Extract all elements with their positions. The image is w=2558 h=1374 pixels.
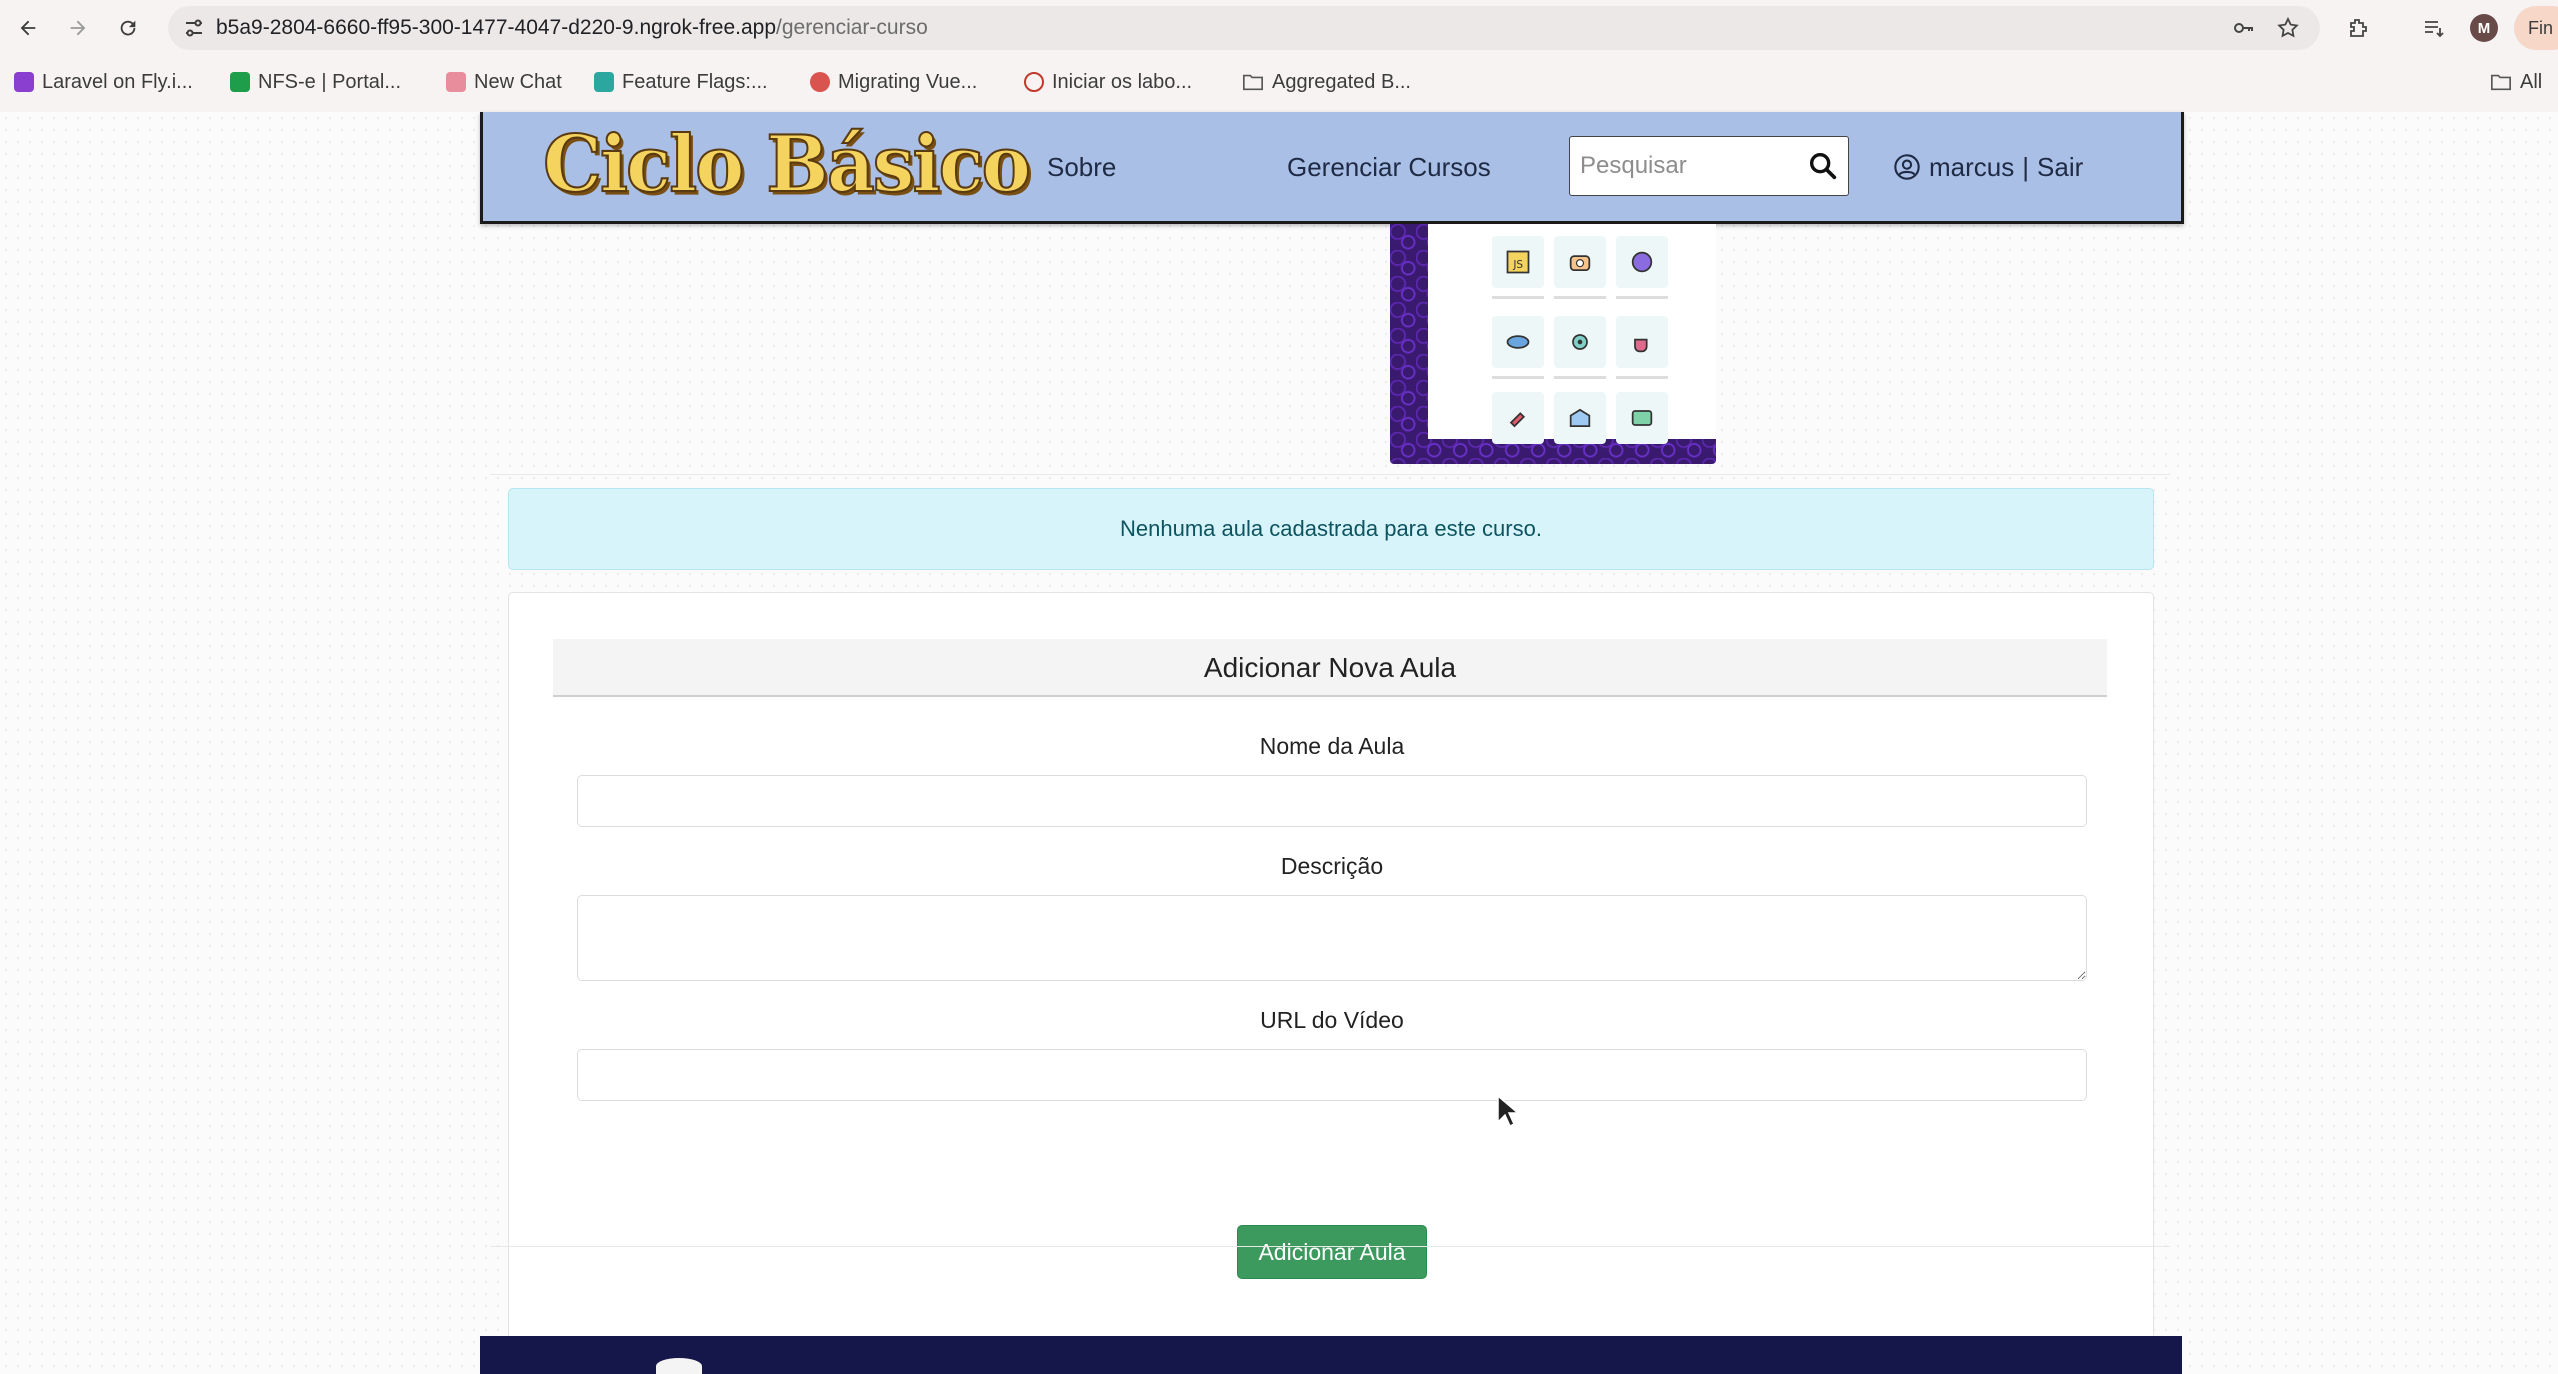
terminal-icon <box>1616 392 1668 444</box>
bookmark-label: Migrating Vue... <box>838 71 978 93</box>
svg-text:JS: JS <box>1512 259 1523 271</box>
forward-button[interactable] <box>60 10 96 46</box>
video-url-label: URL do Vídeo <box>1260 1007 1404 1033</box>
description-label: Descrição <box>1280 853 1384 879</box>
bookmark-label: Aggregated B... <box>1272 71 1411 93</box>
info-alert: Nenhuma aula cadastrada para este curso. <box>508 488 2154 570</box>
username[interactable]: marcus <box>1929 112 2014 222</box>
search-button[interactable] <box>1806 149 1840 183</box>
url-path: /gerenciar-curso <box>776 16 928 39</box>
bookmark-item[interactable]: New Chat <box>446 62 562 102</box>
reading-list-icon[interactable] <box>2416 10 2452 46</box>
vue-migration-icon <box>810 72 830 92</box>
camera-icon <box>1554 236 1606 288</box>
course-image-card: JS <box>1428 224 1716 444</box>
lesson-name-label: Nome da Aula <box>1259 733 1405 759</box>
bookmark-label: Feature Flags:... <box>622 71 768 93</box>
feature-flags-icon <box>594 72 614 92</box>
search-input[interactable] <box>1580 137 1800 195</box>
bookmark-item[interactable]: NFS-e | Portal... <box>230 62 401 102</box>
building-icon <box>1554 392 1606 444</box>
rocket-icon <box>1492 392 1544 444</box>
all-bookmarks-folder[interactable]: All <box>2490 62 2542 102</box>
description-textarea[interactable] <box>577 895 2087 981</box>
tile-caption <box>1616 376 1668 379</box>
profile-avatar[interactable]: M <box>2470 14 2498 42</box>
site-footer <box>480 1336 2182 1374</box>
bookmark-item[interactable]: Migrating Vue... <box>810 62 977 102</box>
extensions-icon[interactable] <box>2340 10 2376 46</box>
bookmark-folder[interactable]: Aggregated B... <box>1242 62 1411 102</box>
gear-icon <box>1554 316 1606 368</box>
logout-link[interactable]: Sair <box>2037 112 2083 222</box>
browser-chrome: b5a9-2804-6660-ff95-300-1477-4047-d220-9… <box>0 0 2558 112</box>
chat-icon <box>446 72 466 92</box>
java-cup-icon <box>1616 316 1668 368</box>
form-title: Adicionar Nova Aula <box>553 639 2107 697</box>
address-row: b5a9-2804-6660-ff95-300-1477-4047-d220-9… <box>0 0 2558 56</box>
user-circle-icon <box>1894 154 1920 180</box>
folder-icon <box>1243 74 1263 91</box>
labs-icon <box>1024 72 1044 92</box>
site-header: Ciclo Básico Sobre Gerenciar Cursos marc… <box>480 112 2184 224</box>
tile-caption <box>1554 296 1606 299</box>
nfse-icon <box>230 72 250 92</box>
bookmark-star-icon[interactable] <box>2274 14 2302 42</box>
folder-icon <box>2491 74 2511 91</box>
tile-caption <box>1492 296 1544 299</box>
reload-icon <box>120 20 136 36</box>
profile-menu[interactable]: Fin <box>2514 6 2558 50</box>
lesson-name-input[interactable] <box>577 775 2087 827</box>
url-domain: b5a9-2804-6660-ff95-300-1477-4047-d220-9… <box>216 16 777 39</box>
page-viewport: Ciclo Básico Sobre Gerenciar Cursos marc… <box>0 112 2558 1374</box>
js-icon: JS <box>1492 236 1544 288</box>
bookmark-label: New Chat <box>474 71 562 93</box>
search-icon <box>1809 152 1837 180</box>
forward-arrow-icon <box>70 20 86 36</box>
password-key-icon[interactable] <box>2230 14 2258 42</box>
bookmark-label: All <box>2520 71 2543 93</box>
tile-caption <box>1616 296 1668 299</box>
search-box <box>1569 136 1849 196</box>
video-url-input[interactable] <box>577 1049 2087 1101</box>
url-text: b5a9-2804-6660-ff95-300-1477-4047-d220-9… <box>216 6 928 50</box>
site-settings-icon[interactable] <box>182 16 206 40</box>
mouse-cursor-icon <box>1497 1094 1518 1128</box>
footer-logo-shape <box>656 1358 702 1374</box>
add-lesson-form: Adicionar Nova Aula Nome da Aula Descriç… <box>508 592 2154 1344</box>
bookmark-item[interactable]: Feature Flags:... <box>594 62 768 102</box>
add-lesson-button[interactable]: Adicionar Aula <box>1237 1225 1427 1279</box>
python-icon <box>1616 236 1668 288</box>
nav-link-manage-courses[interactable]: Gerenciar Cursos <box>1287 112 1491 222</box>
nav-link-about[interactable]: Sobre <box>1047 112 1116 222</box>
bookmark-label: Laravel on Fly.i... <box>42 71 193 93</box>
bookmark-item[interactable]: Laravel on Fly.i... <box>14 62 193 102</box>
bookmarks-bar: Laravel on Fly.i... NFS-e | Portal... Ne… <box>0 62 2558 102</box>
tile-caption <box>1554 376 1606 379</box>
site-logo[interactable]: Ciclo Básico <box>542 121 1032 209</box>
tile-caption <box>1492 376 1544 379</box>
database-icon <box>1492 316 1544 368</box>
back-button[interactable] <box>10 10 46 46</box>
reload-button[interactable] <box>110 10 146 46</box>
laravel-fly-icon <box>14 72 34 92</box>
section-divider <box>490 474 2170 475</box>
course-image: JS <box>1390 224 1716 464</box>
address-bar[interactable]: b5a9-2804-6660-ff95-300-1477-4047-d220-9… <box>168 6 2320 50</box>
section-divider <box>490 1246 2170 1247</box>
bookmark-label: Iniciar os labo... <box>1052 71 1193 93</box>
user-menu: marcus | Sair <box>1893 112 2083 222</box>
bookmark-item[interactable]: Iniciar os labo... <box>1024 62 1192 102</box>
user-separator: | <box>2022 152 2030 182</box>
back-arrow-icon <box>20 20 36 36</box>
bookmark-label: NFS-e | Portal... <box>258 71 402 93</box>
